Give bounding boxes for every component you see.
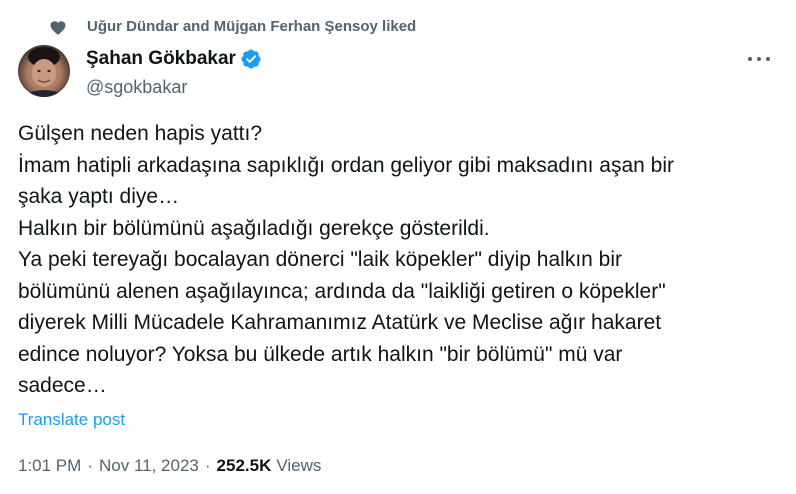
tweet-line: Halkın bir bölümünü aşağıladığı gerekçe … — [18, 216, 490, 240]
translate-post-link[interactable]: Translate post — [18, 410, 125, 430]
more-dot — [757, 57, 761, 61]
tweet-date[interactable]: Nov 11, 2023 — [99, 456, 199, 476]
more-dot — [748, 57, 752, 61]
author-block: Şahan Gökbakar @sgokbakar — [86, 47, 261, 98]
social-context-text: Uğur Dündar and Müjgan Ferhan Şensoy lik… — [87, 18, 417, 35]
tweet-line: bölümünü alenen aşağılayınca; ardında da… — [18, 279, 666, 303]
tweet-line: Gülşen neden hapis yattı? — [18, 122, 263, 145]
tweet-time[interactable]: 1:01 PM — [18, 456, 81, 476]
tweet-line: diyerek Milli Mücadele Kahramanımız Atat… — [18, 311, 662, 334]
meta-separator: · — [87, 456, 93, 475]
tweet-line: İmam hatipli arkadaşına sapıklığı ordan … — [18, 153, 675, 177]
more-options-icon[interactable] — [748, 55, 770, 63]
social-context[interactable]: Uğur Dündar and Müjgan Ferhan Şensoy lik… — [50, 18, 417, 36]
verified-badge-icon[interactable] — [241, 49, 261, 69]
tweet-meta: 1:01 PM · Nov 11, 2023 · 252.5K Views — [18, 456, 321, 476]
tweet-text: Gülşen neden hapis yattı? İmam hatipli a… — [18, 118, 763, 402]
views-label[interactable]: Views — [276, 456, 321, 476]
tweet-line: sadece… — [18, 374, 107, 397]
views-count[interactable]: 252.5K — [217, 456, 272, 476]
heart-icon — [50, 21, 66, 36]
author-name-row: Şahan Gökbakar — [86, 47, 261, 71]
avatar-image — [20, 47, 68, 97]
more-dot — [766, 57, 770, 61]
tweet-line: edince noluyor? Yoksa bu ülkede artık ha… — [18, 342, 623, 366]
avatar[interactable] — [18, 45, 70, 97]
tweet-line: Ya peki tereyağı bocalayan dönerci "laik… — [18, 248, 623, 271]
author-handle[interactable]: @sgokbakar — [86, 77, 261, 98]
meta-separator: · — [204, 456, 211, 475]
tweet-line: şaka yaptı diye… — [18, 185, 180, 208]
author-display-name[interactable]: Şahan Gökbakar — [86, 48, 236, 70]
